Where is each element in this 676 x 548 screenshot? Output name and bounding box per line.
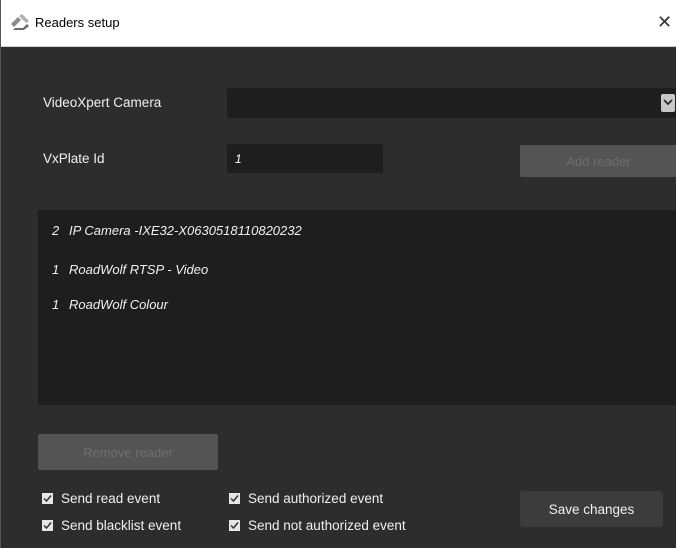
- reader-count: 1: [52, 262, 60, 277]
- send-authorized-event-option[interactable]: Send authorized event: [229, 491, 383, 506]
- list-item[interactable]: 1 RoadWolf RTSP - Video: [52, 262, 208, 277]
- send-read-event-option[interactable]: Send read event: [42, 491, 160, 506]
- plate-id-label: VxPlate Id: [43, 151, 105, 166]
- chevron-down-icon[interactable]: [661, 94, 675, 112]
- send-blacklist-event-option[interactable]: Send blacklist event: [42, 518, 181, 533]
- reader-name: RoadWolf Colour: [69, 297, 168, 312]
- reader-list[interactable]: 2 IP Camera -IXE32-X0630518110820232 1 Roa…: [38, 210, 676, 405]
- reader-name: RoadWolf RTSP - Video: [69, 262, 209, 277]
- list-item[interactable]: 1 RoadWolf Colour: [52, 297, 168, 312]
- readers-app-icon: [9, 13, 31, 31]
- send-not-authorized-event-option[interactable]: Send not authorized event: [229, 518, 406, 533]
- send-not-authorized-event-label: Send not authorized event: [248, 518, 406, 533]
- close-button[interactable]: ✕: [657, 10, 676, 34]
- list-item[interactable]: 2 IP Camera -IXE32-X0630518110820232: [52, 223, 302, 238]
- plate-id-input[interactable]: [227, 144, 383, 173]
- send-read-event-label: Send read event: [61, 491, 161, 506]
- reader-count: 2: [52, 223, 60, 238]
- send-blacklist-event-label: Send blacklist event: [61, 518, 182, 533]
- send-not-authorized-event-checkbox[interactable]: [229, 520, 240, 531]
- send-authorized-event-checkbox[interactable]: [229, 493, 240, 504]
- send-read-event-checkbox[interactable]: [42, 493, 53, 504]
- readers-setup-dialog: Readers setup ✕ VideoXpert Camera VxPlat…: [0, 0, 676, 548]
- camera-select[interactable]: [227, 88, 676, 118]
- send-blacklist-event-checkbox[interactable]: [42, 520, 53, 531]
- reader-name: IP Camera -IXE32-X0630518110820232: [69, 223, 302, 238]
- reader-count: 1: [52, 297, 60, 312]
- window-title: Readers setup: [35, 15, 120, 30]
- save-changes-button[interactable]: Save changes: [520, 491, 663, 527]
- camera-label: VideoXpert Camera: [43, 95, 162, 110]
- remove-reader-button[interactable]: Remove reader: [38, 434, 218, 470]
- add-reader-button[interactable]: Add reader: [520, 145, 676, 177]
- title-bar: Readers setup ✕: [1, 0, 676, 47]
- send-authorized-event-label: Send authorized event: [248, 491, 384, 506]
